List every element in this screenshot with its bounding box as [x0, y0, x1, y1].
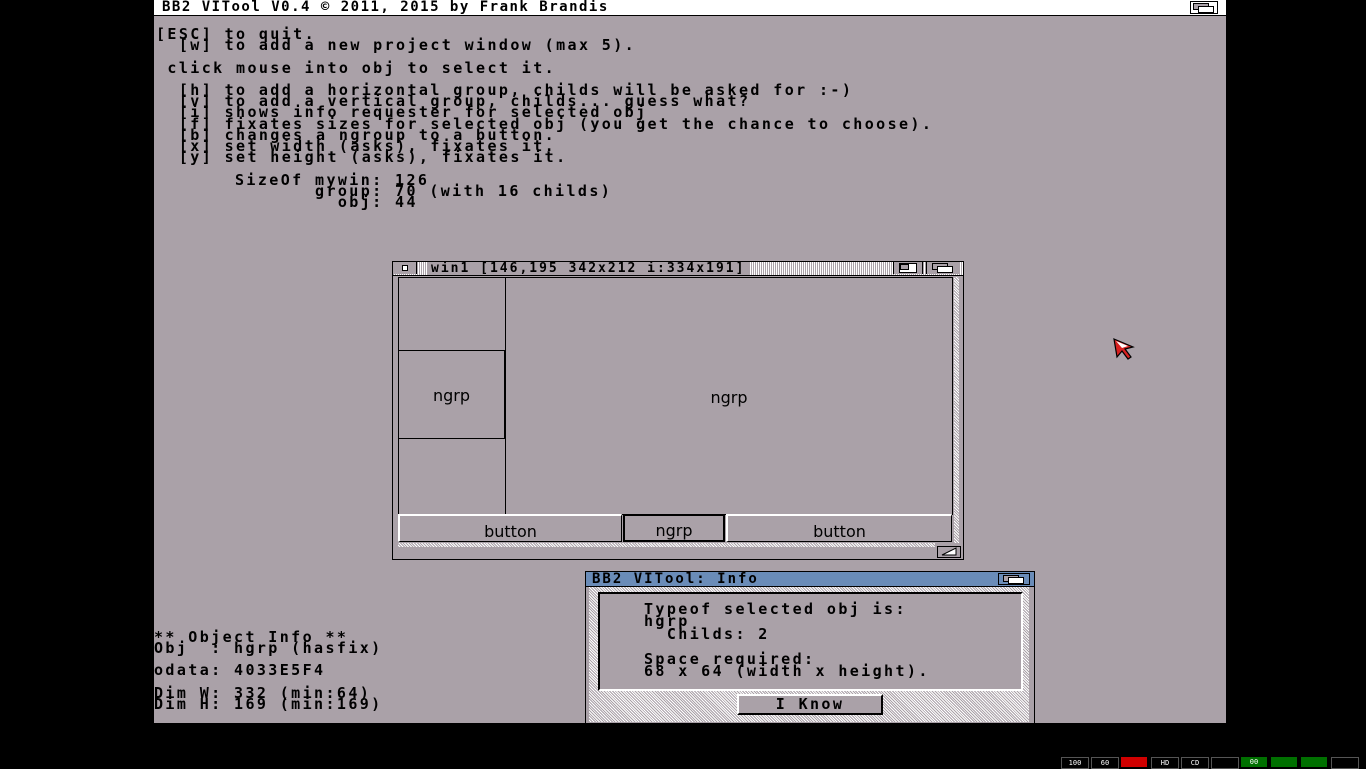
- object-info-odata: odata: 4033E5F4: [154, 661, 326, 679]
- requester-title: BB2 VITool: Info: [592, 571, 759, 587]
- object-info-dim-h: Dim H: 169 (min:169): [154, 695, 383, 713]
- req-line-childs: Childs: 2: [644, 625, 770, 643]
- status-indicator-fps: 60: [1091, 757, 1119, 769]
- sizeof-obj: obj: 44: [235, 193, 418, 211]
- info-requester[interactable]: BB2 VITool: Info Typeof selected obj is:…: [585, 571, 1035, 723]
- status-indicator-df2: [1301, 757, 1327, 767]
- close-dot: [402, 265, 408, 271]
- req-line-size: 68 x 64 (width x height).: [644, 662, 930, 680]
- amiga-screen: BB2 VITool V0.4 © 2011, 2015 by Frank Br…: [154, 0, 1226, 723]
- window-bottom-border: [398, 543, 935, 547]
- main-ngrp-label: ngrp: [710, 388, 748, 407]
- screen-title-bar[interactable]: BB2 VITool V0.4 © 2011, 2015 by Frank Br…: [154, 0, 1226, 16]
- status-indicator-df0: 00: [1241, 757, 1267, 767]
- window-title-bar[interactable]: win1 [146,195 342x212 i:334x191]: [393, 262, 963, 276]
- screen-depth-gadget[interactable]: [1190, 1, 1218, 14]
- status-indicator-speed: 100: [1061, 757, 1089, 769]
- depth-front-icon: [1198, 6, 1214, 13]
- help-line-click: click mouse into obj to select it.: [156, 59, 557, 77]
- status-indicator-df1: [1271, 757, 1297, 767]
- mouse-pointer-icon: [1113, 338, 1135, 360]
- requester-message-box: Typeof selected obj is: hgrp Childs: 2 S…: [598, 592, 1023, 691]
- bottom-ngrp-label: ngrp: [655, 521, 693, 540]
- main-ngrp-box[interactable]: ngrp: [505, 277, 953, 515]
- requester-depth-gadget-icon[interactable]: [998, 573, 1030, 585]
- depth-front: [937, 266, 953, 273]
- i-know-button[interactable]: I Know: [737, 694, 883, 715]
- requester-title-bar[interactable]: BB2 VITool: Info: [586, 572, 1034, 587]
- project-window[interactable]: win1 [146,195 342x212 i:334x191] ngrp ng…: [392, 261, 964, 560]
- screen-title: BB2 VITool V0.4 © 2011, 2015 by Frank Br…: [162, 0, 609, 15]
- window-right-border: [954, 277, 959, 543]
- zoom-box-inner: [900, 264, 909, 270]
- bottom-right-button-label: button: [813, 522, 866, 541]
- bottom-right-button[interactable]: button: [726, 514, 952, 542]
- bottom-ngrp-box[interactable]: ngrp: [623, 514, 725, 542]
- object-info-obj: Obj : hgrp (hasfix): [154, 639, 383, 657]
- window-depth-gadget-icon[interactable]: [926, 262, 960, 274]
- status-indicator-hd: HD: [1151, 757, 1179, 769]
- left-ngrp-box[interactable]: ngrp: [398, 350, 505, 439]
- bottom-left-button[interactable]: button: [398, 514, 622, 542]
- resize-triangle-icon: [941, 547, 957, 556]
- status-indicator-cd: CD: [1181, 757, 1209, 769]
- bottom-left-button-label: button: [484, 522, 537, 541]
- status-indicator-blank: [1211, 757, 1239, 769]
- help-line-w: [w] to add a new project window (max 5).: [156, 36, 637, 54]
- resize-gadget-icon[interactable]: [937, 546, 961, 558]
- window-title: win1 [146,195 342x212 i:334x191]: [427, 262, 750, 275]
- zoom-gadget-icon[interactable]: [893, 262, 923, 274]
- help-line-y: [y] set height (asks), fixates it.: [156, 148, 568, 166]
- status-indicator-df3: [1331, 757, 1359, 769]
- status-indicator-power: [1121, 757, 1147, 767]
- close-gadget-icon[interactable]: [394, 262, 417, 274]
- req-depth-front: [1008, 577, 1024, 584]
- left-ngrp-label: ngrp: [432, 386, 471, 405]
- i-know-label: I Know: [775, 695, 845, 713]
